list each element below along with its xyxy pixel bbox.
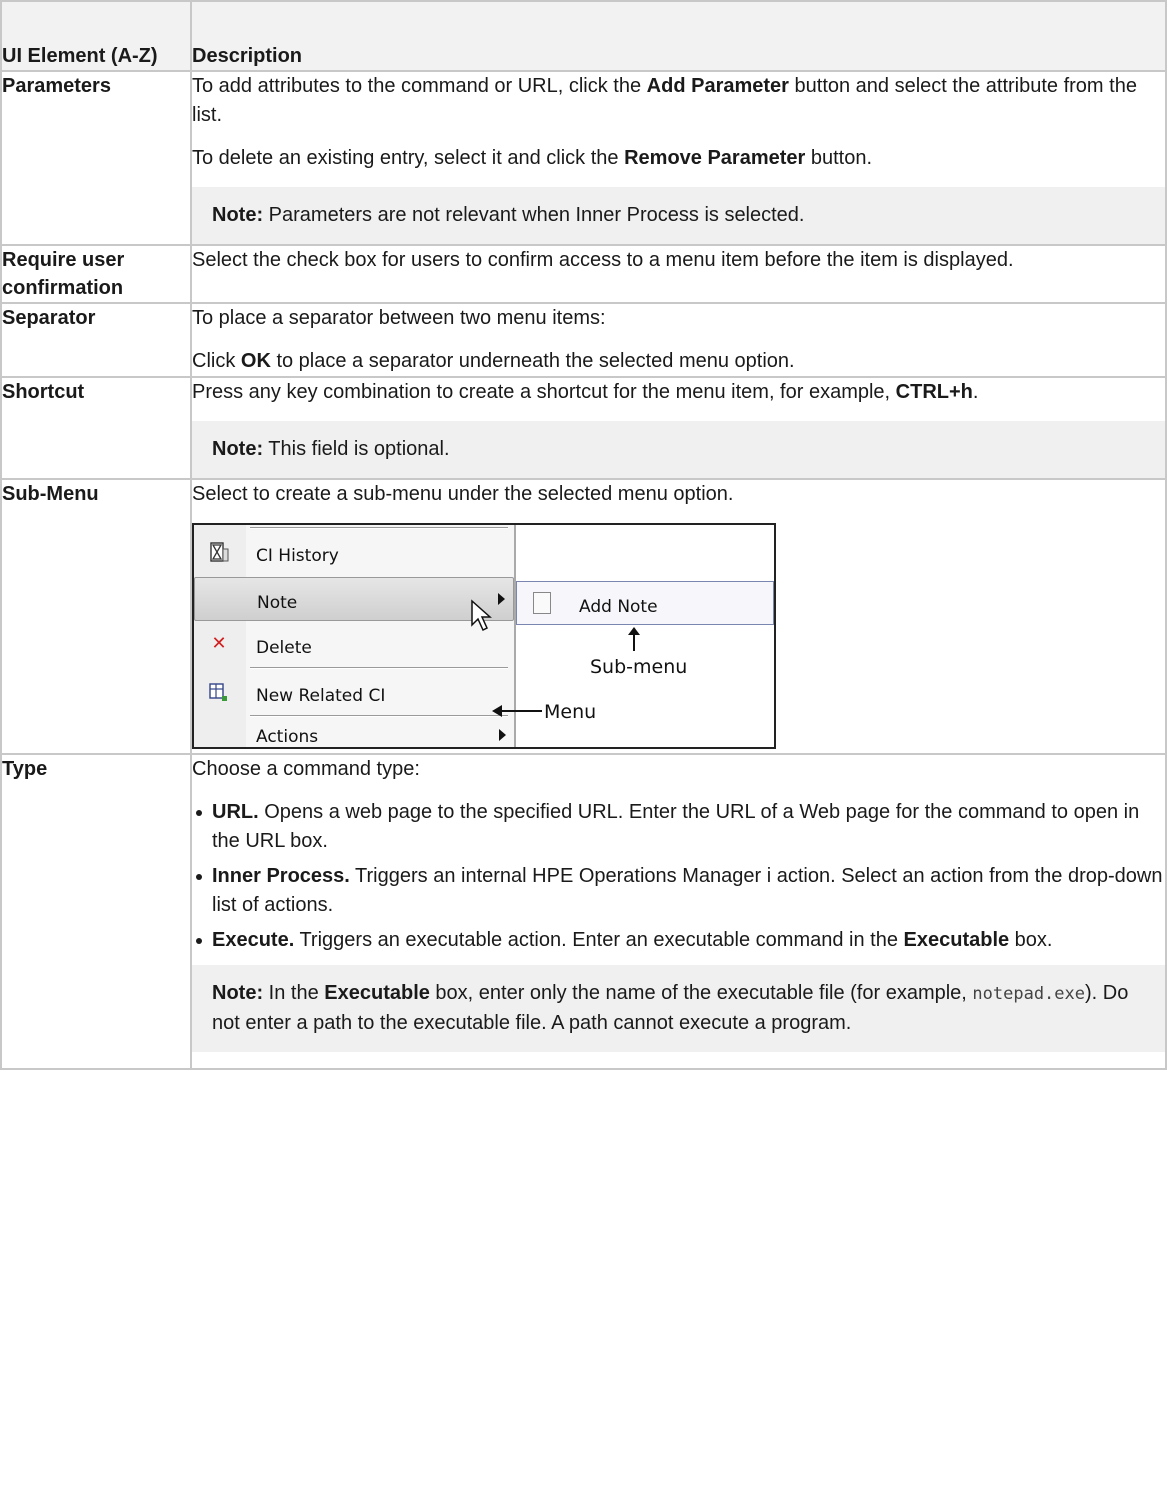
menu-item-delete[interactable]: ✕ Delete [194, 623, 514, 667]
text: Triggers an executable action. Enter an … [294, 929, 904, 951]
text: Press any key combination to create a sh… [192, 381, 896, 403]
bold-term: Executable [324, 982, 430, 1004]
menu-item-note[interactable]: Note [194, 577, 514, 621]
row-name-separator: Separator [0, 302, 192, 378]
text: In the [263, 982, 325, 1004]
note-box: Note: This field is optional. [192, 421, 1165, 478]
text: To add attributes to the command or URL,… [192, 75, 647, 97]
bold-term: Inner Process. [212, 865, 350, 887]
hourglass-icon [208, 541, 230, 563]
table-row: Require user confirmation Select the che… [0, 244, 1167, 304]
note-text: Parameters are not relevant when Inner P… [263, 204, 805, 226]
code-text: notepad.exe [972, 984, 1085, 1004]
note-box: Note: In the Executable box, enter only … [192, 965, 1165, 1052]
new-ci-icon [208, 681, 230, 703]
table-row: Shortcut Press any key combination to cr… [0, 376, 1167, 480]
submenu-arrow-icon [498, 593, 505, 605]
bold-term: CTRL+h [895, 381, 973, 403]
row-name-type: Type [0, 753, 192, 1070]
submenu-panel: Add Note [516, 581, 774, 625]
row-desc-submenu: Select to create a sub-menu under the se… [190, 478, 1167, 755]
table-row: Type Choose a command type: URL. Opens a… [0, 753, 1167, 1070]
delete-x-icon: ✕ [211, 633, 227, 654]
document-icon [533, 592, 551, 614]
bold-term: URL. [212, 801, 259, 823]
bold-term: Add Parameter [646, 75, 789, 97]
table-row: Sub-Menu Select to create a sub-menu und… [0, 478, 1167, 755]
submenu-item-add-note[interactable]: Add Note [579, 593, 658, 622]
ui-elements-table: UI Element (A-Z) Description Parameters … [0, 0, 1167, 1070]
table-row: Parameters To add attributes to the comm… [0, 70, 1167, 246]
table-row: Separator To place a separator between t… [0, 302, 1167, 378]
paragraph: Select the check box for users to confir… [192, 249, 1014, 271]
arrow-up-icon [628, 627, 640, 651]
row-name-require: Require user confirmation [0, 244, 192, 304]
bold-term: OK [240, 350, 271, 372]
menu-item-new-related-ci[interactable]: New Related CI [194, 671, 514, 715]
menu-item-label: Delete [256, 638, 312, 658]
row-desc-parameters: To add attributes to the command or URL,… [190, 70, 1167, 246]
note-label: Note: [212, 982, 264, 1004]
menu-item-label: New Related CI [256, 686, 386, 706]
menu-item-label: CI History [256, 546, 339, 566]
row-desc-shortcut: Press any key combination to create a sh… [190, 376, 1167, 480]
text: Opens a web page to the specified URL. E… [212, 801, 1140, 852]
row-name-shortcut: Shortcut [0, 376, 192, 480]
column-header-description: Description [190, 0, 1167, 72]
submenu-screenshot: CI History Note ✕ Delete New Related CI … [192, 523, 776, 749]
text: to place a separator underneath the sele… [270, 350, 795, 372]
column-header-ui-element: UI Element (A-Z) [0, 0, 192, 72]
context-menu: CI History Note ✕ Delete New Related CI … [194, 525, 516, 747]
row-name-submenu: Sub-Menu [0, 478, 192, 755]
paragraph: To place a separator between two menu it… [192, 307, 606, 329]
text: Triggers an internal HPE Operations Mana… [212, 865, 1163, 916]
bold-term: Remove Parameter [624, 147, 806, 169]
arrow-left-icon [492, 705, 542, 717]
list-item: Inner Process. Triggers an internal HPE … [192, 862, 1165, 920]
row-desc-require: Select the check box for users to confir… [190, 244, 1167, 304]
text: To delete an existing entry, select it a… [192, 147, 625, 169]
note-label: Note: [212, 438, 264, 460]
table-header-row: UI Element (A-Z) Description [0, 0, 1167, 72]
note-label: Note: [212, 204, 264, 226]
text: button. [805, 147, 873, 169]
bold-term: Executable [903, 929, 1010, 951]
row-name-parameters: Parameters [0, 70, 192, 246]
mouse-cursor-icon [471, 599, 492, 632]
menu-item-label: Actions [256, 727, 319, 747]
paragraph: Select to create a sub-menu under the se… [192, 483, 734, 505]
paragraph: To delete an existing entry, select it a… [192, 144, 1165, 173]
menu-item-ci-history[interactable]: CI History [194, 531, 514, 575]
note-text: This field is optional. [263, 438, 450, 460]
text: . [972, 381, 979, 403]
row-desc-type: Choose a command type: URL. Opens a web … [190, 753, 1167, 1070]
menu-item-label: Note [257, 593, 298, 613]
command-type-list: URL. Opens a web page to the specified U… [192, 798, 1165, 955]
text: box. [1009, 929, 1053, 951]
label-menu: Menu [544, 701, 597, 723]
paragraph: Press any key combination to create a sh… [192, 378, 1165, 407]
menu-separator [250, 527, 508, 529]
bold-term: Execute. [212, 929, 295, 951]
menu-separator [250, 715, 508, 717]
menu-separator [250, 667, 508, 669]
list-item: Execute. Triggers an executable action. … [192, 926, 1165, 955]
row-desc-separator: To place a separator between two menu it… [190, 302, 1167, 378]
submenu-arrow-icon [499, 729, 506, 741]
menu-item-actions[interactable]: Actions [194, 719, 514, 747]
paragraph: Choose a command type: [192, 758, 420, 780]
note-box: Note: Parameters are not relevant when I… [192, 187, 1165, 244]
text: box, enter only the name of the executab… [429, 982, 973, 1004]
paragraph: To add attributes to the command or URL,… [192, 72, 1165, 130]
list-item: URL. Opens a web page to the specified U… [192, 798, 1165, 856]
paragraph: Click OK to place a separator underneath… [192, 347, 1165, 376]
label-sub-menu: Sub-menu [590, 656, 688, 678]
text: Click [192, 350, 241, 372]
